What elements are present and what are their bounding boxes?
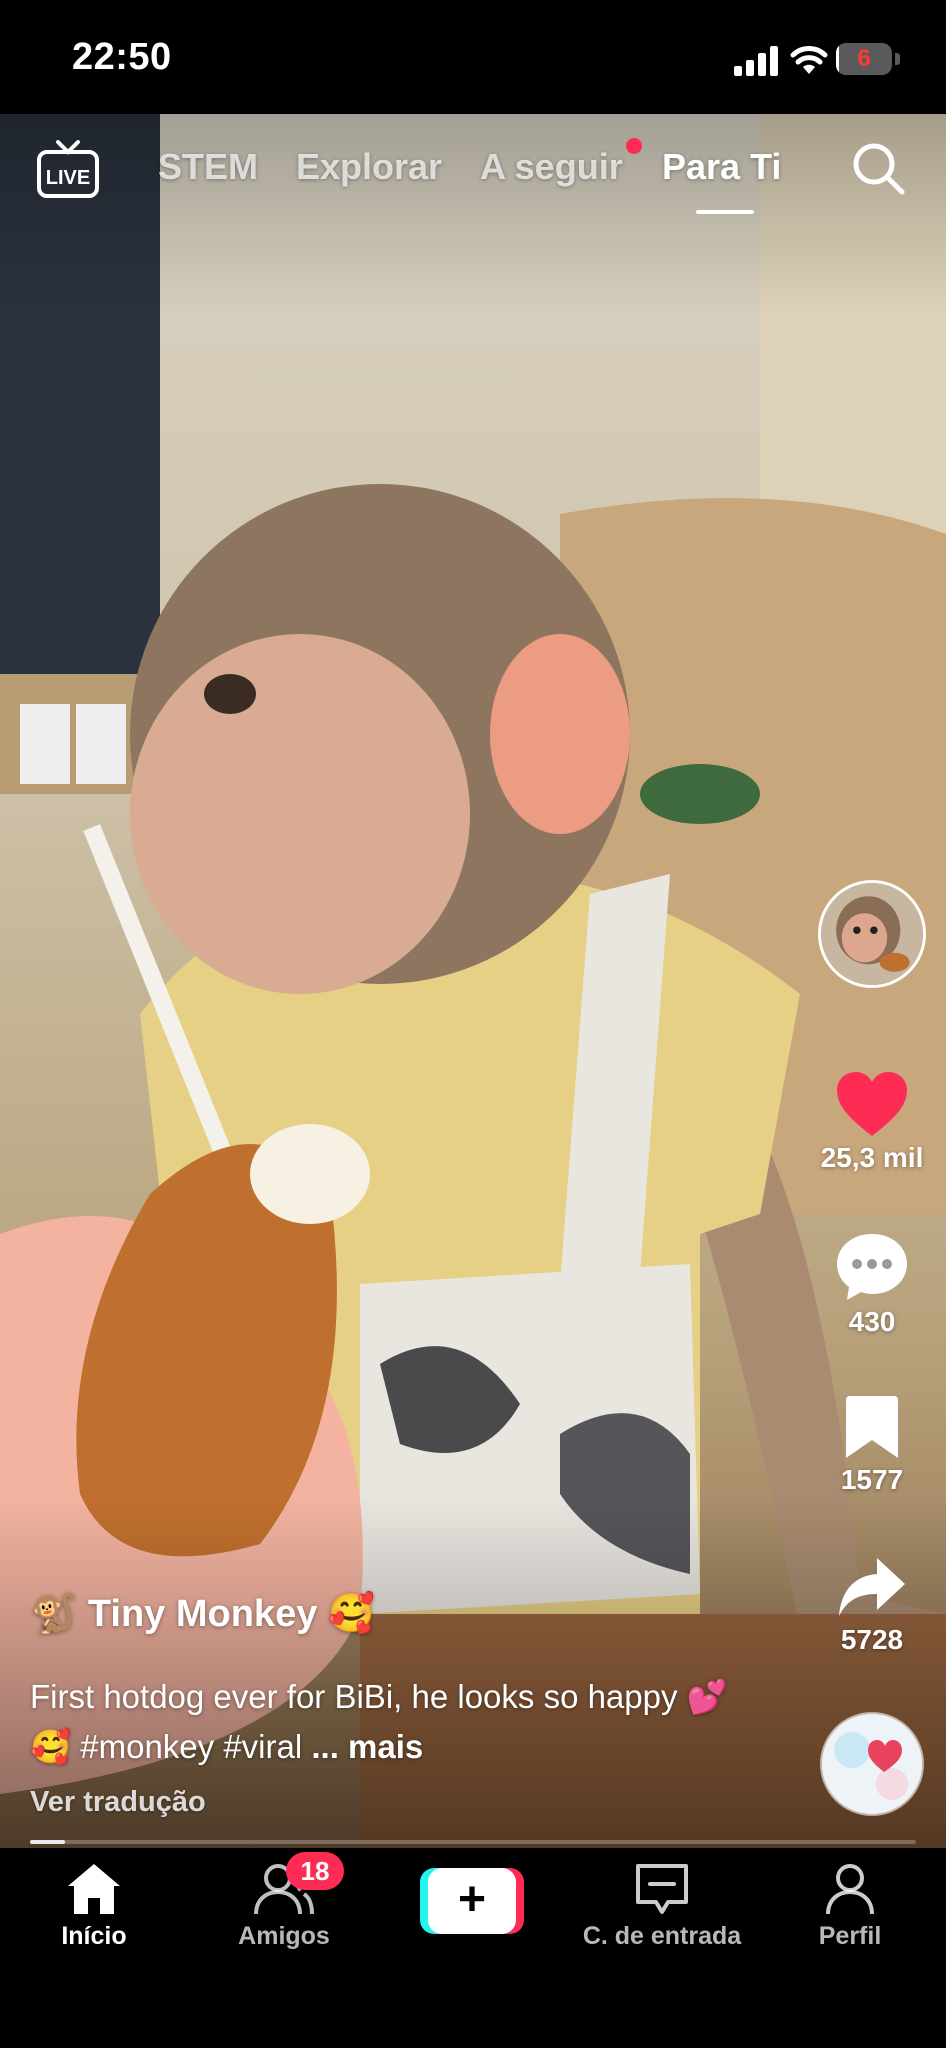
share-count: 5728 — [840, 1624, 904, 1655]
video-caption[interactable]: First hotdog ever for BiBi, he looks so … — [30, 1672, 750, 1772]
video-player[interactable] — [0, 114, 946, 1848]
video-progress-fill — [30, 1840, 66, 1844]
status-bar: 22:50 6 — [0, 0, 946, 114]
tab-para-ti[interactable]: Para Ti — [662, 146, 781, 188]
caption-more-link[interactable]: ... mais — [311, 1728, 423, 1765]
search-icon[interactable] — [850, 140, 906, 196]
create-plus-icon: + — [457, 1873, 487, 1926]
wifi-icon — [790, 46, 828, 74]
author-name[interactable]: 🐒 Tiny Monkey 🥰 — [30, 1592, 375, 1636]
share-arrow-icon — [839, 1558, 905, 1616]
heart-icon — [837, 1072, 907, 1136]
friends-notification-badge: 18 — [286, 1852, 344, 1890]
nav-profile[interactable]: Perfil — [760, 1862, 940, 1951]
music-disc-icon — [822, 1714, 922, 1814]
comment-button[interactable]: 430 — [820, 1232, 924, 1338]
see-translation-link[interactable]: Ver tradução — [30, 1786, 206, 1819]
new-content-dot — [626, 138, 642, 154]
nav-friends[interactable]: Amigos — [194, 1862, 374, 1951]
nav-friends-label: Amigos — [238, 1922, 330, 1950]
inbox-icon — [636, 1864, 688, 1914]
tab-a-seguir[interactable]: A seguir — [480, 146, 623, 188]
bookmark-icon — [846, 1396, 898, 1458]
signal-icon — [734, 46, 778, 76]
creator-avatar[interactable] — [818, 880, 926, 988]
battery-icon: 6 — [836, 43, 900, 77]
comment-count: 430 — [848, 1306, 896, 1337]
nav-inbox-label: C. de entrada — [582, 1922, 742, 1950]
tab-stem[interactable]: STEM — [158, 146, 258, 188]
comment-icon — [837, 1234, 907, 1300]
nav-home[interactable]: Início — [4, 1862, 184, 1951]
battery-level: 6 — [857, 45, 871, 72]
status-time: 22:50 — [72, 36, 172, 78]
home-icon — [68, 1864, 120, 1914]
active-tab-indicator — [696, 210, 754, 214]
share-button[interactable]: 5728 — [820, 1556, 924, 1656]
nav-inbox[interactable]: C. de entrada — [572, 1862, 752, 1951]
save-count: 1577 — [840, 1464, 904, 1495]
top-nav — [0, 114, 946, 234]
save-button[interactable]: 1577 — [820, 1394, 924, 1496]
nav-home-label: Início — [61, 1922, 127, 1950]
like-button[interactable]: 25,3 mil — [820, 1070, 924, 1174]
live-label: LIVE — [46, 167, 90, 189]
sound-disc[interactable] — [822, 1714, 922, 1814]
video-frame-illustration — [0, 114, 946, 1848]
profile-icon — [826, 1864, 874, 1915]
like-count: 25,3 mil — [820, 1142, 924, 1173]
live-icon[interactable]: LIVE — [36, 140, 100, 200]
tab-explorar[interactable]: Explorar — [296, 146, 442, 188]
video-progress-bar[interactable] — [30, 1840, 916, 1844]
create-button[interactable]: + — [420, 1868, 524, 1934]
nav-profile-label: Perfil — [818, 1922, 882, 1950]
